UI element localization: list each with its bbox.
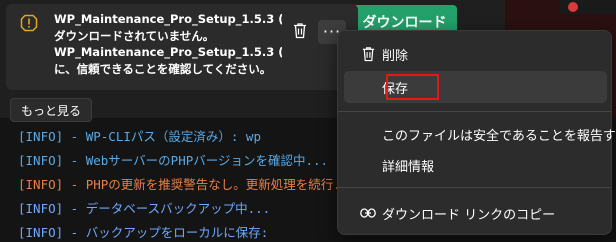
menu-item-label: このファイルは安全であることを報告する xyxy=(382,128,616,144)
trash-icon xyxy=(292,22,308,43)
menu-item-save[interactable]: 保存 xyxy=(344,71,607,103)
link-icon xyxy=(359,204,377,222)
highlight-box xyxy=(386,74,439,100)
delete-button[interactable] xyxy=(288,20,312,44)
menu-item-label: 削除 xyxy=(382,48,409,64)
log-line: [INFO] - WebサーバーのPHPバージョンを確認中... xyxy=(18,153,329,168)
show-more-button[interactable]: もっと見る xyxy=(10,98,92,122)
trash-icon xyxy=(359,45,377,63)
menu-separator xyxy=(338,187,611,188)
menu-separator xyxy=(338,111,611,112)
warning-icon xyxy=(20,14,38,32)
menu-item-delete[interactable]: 削除 xyxy=(344,38,607,70)
log-line: [INFO] - バックアップをローカルに保存: xyxy=(18,225,269,240)
log-line: [INFO] - WP-CLIパス（設定済み）: wp xyxy=(18,129,261,144)
menu-item-report-safe[interactable]: このファイルは安全であることを報告する xyxy=(344,118,616,150)
menu-item-copy-link[interactable]: ダウンロード リンクのコピー xyxy=(344,197,607,229)
context-menu: 削除 保存 このファイルは安全であることを報告する 詳細情報 ダウンロード リン… xyxy=(337,30,616,235)
download-status-text: ダウンロードされていません。 xyxy=(54,29,215,43)
log-line: [INFO] - データベースバックアップ中... xyxy=(18,201,271,216)
download-confirm-text: に、信頼できることを確認してください。 xyxy=(54,62,272,76)
download-filename: WP_Maintenance_Pro_Setup_1.5.3 (1).exe xyxy=(54,12,282,26)
download-panel: WP_Maintenance_Pro_Setup_1.5.3 (1).exe ダ… xyxy=(6,4,358,90)
close-badge-icon xyxy=(568,2,578,12)
menu-item-label: ダウンロード リンクのコピー xyxy=(382,207,556,223)
menu-item-label: 詳細情報 xyxy=(382,159,435,175)
menu-item-details[interactable]: 詳細情報 xyxy=(344,149,607,181)
download-filename-2: WP_Maintenance_Pro_Setup_1.5.3 (1).exe xyxy=(54,45,282,59)
log-line: [INFO] - PHPの更新を推奨警告なし。更新処理を続行... xyxy=(18,177,356,192)
